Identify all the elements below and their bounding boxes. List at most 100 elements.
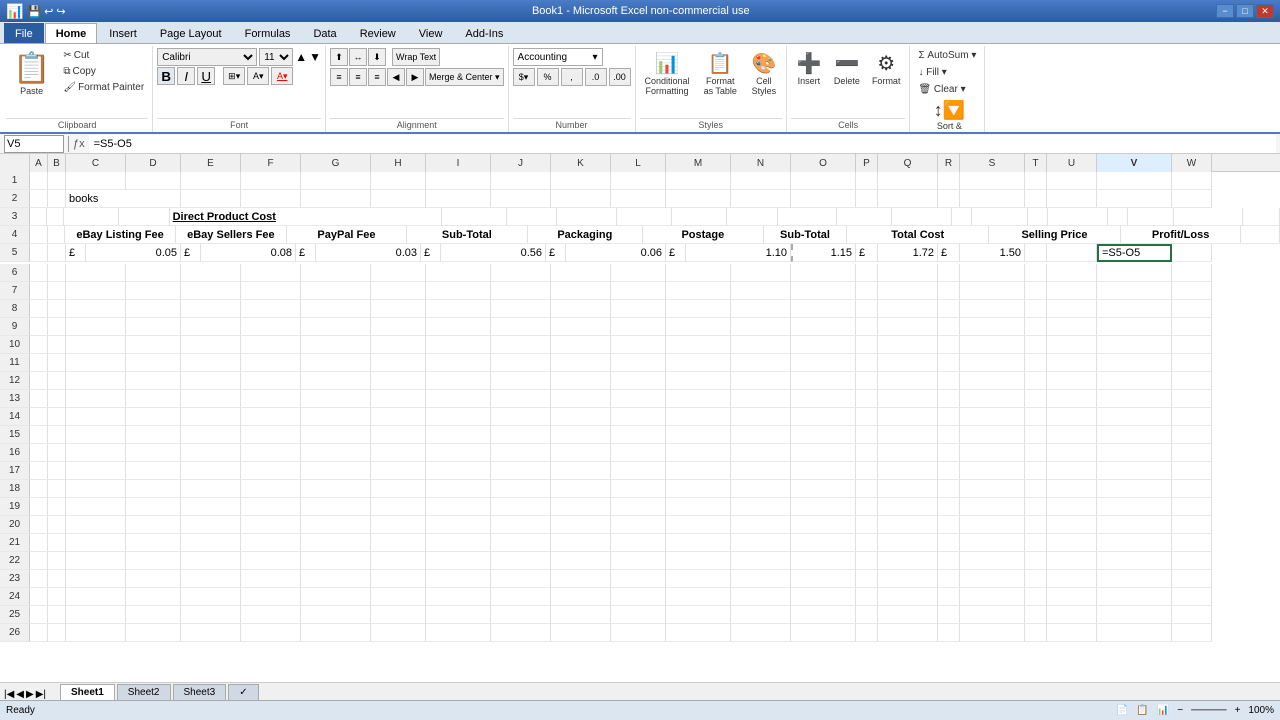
tab-add-ins[interactable]: Add-Ins [454,23,514,43]
cell-n12[interactable] [731,372,791,390]
cell-e19[interactable] [181,498,241,516]
cell-f10[interactable] [241,336,301,354]
cell-u14[interactable] [1047,408,1097,426]
cell-t21[interactable] [1025,534,1047,552]
cell-r22[interactable] [938,552,960,570]
fill-button[interactable]: ↓ Fill ▾ [914,65,950,80]
cell-r25[interactable] [938,606,960,624]
increase-decimal-button[interactable]: .0 [585,68,607,86]
bold-button[interactable]: B [157,67,175,85]
cell-v24[interactable] [1097,588,1172,606]
cell-q17[interactable] [878,462,938,480]
cell-h24[interactable] [371,588,426,606]
insert-cells-button[interactable]: ➕ Insert [791,48,827,89]
cell-g24[interactable] [301,588,371,606]
cell-r8[interactable] [938,300,960,318]
cell-f18[interactable] [241,480,301,498]
cell-g9[interactable] [301,318,371,336]
cell-u24[interactable] [1047,588,1097,606]
cell-k11[interactable] [551,354,611,372]
cell-g6[interactable] [301,264,371,282]
cell-s11[interactable] [960,354,1025,372]
cell-j5[interactable]: 0.56 [441,244,546,262]
cell-w3[interactable] [1243,208,1280,226]
cell-p18[interactable] [856,480,878,498]
cell-u16[interactable] [1047,444,1097,462]
cell-g23[interactable] [301,570,371,588]
cell-i11[interactable] [426,354,491,372]
cell-j2[interactable] [491,190,551,208]
cell-l19[interactable] [611,498,666,516]
cell-t25[interactable] [1025,606,1047,624]
cell-b16[interactable] [48,444,66,462]
tab-formulas[interactable]: Formulas [234,23,302,43]
cell-i3[interactable] [557,208,617,226]
cell-q25[interactable] [878,606,938,624]
cell-s21[interactable] [960,534,1025,552]
col-b[interactable]: B [48,154,66,172]
cell-f13[interactable] [241,390,301,408]
cell-m23[interactable] [666,570,731,588]
cell-t20[interactable] [1025,516,1047,534]
cell-c18[interactable] [66,480,126,498]
cell-r20[interactable] [938,516,960,534]
cell-b14[interactable] [48,408,66,426]
cell-f19[interactable] [241,498,301,516]
cell-o16[interactable] [791,444,856,462]
cell-n9[interactable] [731,318,791,336]
cell-g16[interactable] [301,444,371,462]
cell-q12[interactable] [878,372,938,390]
cell-t16[interactable] [1025,444,1047,462]
cell-m2[interactable] [666,190,731,208]
cell-o26[interactable] [791,624,856,642]
cell-c2[interactable]: books [66,190,181,208]
cell-o15[interactable] [791,426,856,444]
cell-c17[interactable] [66,462,126,480]
cell-u21[interactable] [1047,534,1097,552]
cell-w20[interactable] [1172,516,1212,534]
merge-center-button[interactable]: Merge & Center ▾ [425,68,504,86]
cell-a12[interactable] [30,372,48,390]
cell-b1[interactable] [48,172,66,190]
cell-d1[interactable] [126,172,181,190]
cell-t24[interactable] [1025,588,1047,606]
cell-g5-pound[interactable]: £ [296,244,316,262]
cell-o9[interactable] [791,318,856,336]
cell-b24[interactable] [48,588,66,606]
cell-m24[interactable] [666,588,731,606]
cell-o2[interactable] [791,190,856,208]
cell-p7[interactable] [856,282,878,300]
cell-s3[interactable] [1048,208,1108,226]
cell-k20[interactable] [551,516,611,534]
cell-j16[interactable] [491,444,551,462]
cell-o5[interactable]: 1.15 [791,244,856,262]
cell-v19[interactable] [1097,498,1172,516]
cell-e9[interactable] [181,318,241,336]
cell-i20[interactable] [426,516,491,534]
cell-r5-pound[interactable]: £ [938,244,960,262]
cell-g21[interactable] [301,534,371,552]
cell-r10[interactable] [938,336,960,354]
cell-d7[interactable] [126,282,181,300]
paste-button[interactable]: 📋Paste [6,48,57,99]
cell-q19[interactable] [878,498,938,516]
cell-l23[interactable] [611,570,666,588]
cell-j17[interactable] [491,462,551,480]
cell-v5[interactable]: =S5-O5 [1097,244,1172,262]
cell-d22[interactable] [126,552,181,570]
cell-f2[interactable] [241,190,301,208]
cell-c12[interactable] [66,372,126,390]
cell-o12[interactable] [791,372,856,390]
cell-g11[interactable] [301,354,371,372]
col-d[interactable]: D [126,154,181,172]
cell-j13[interactable] [491,390,551,408]
format-painter-button[interactable]: 🖌Format Painter [59,80,148,95]
cell-t19[interactable] [1025,498,1047,516]
cell-d11[interactable] [126,354,181,372]
cell-g7[interactable] [301,282,371,300]
cell-m9[interactable] [666,318,731,336]
cell-c21[interactable] [66,534,126,552]
sheet-tab-4[interactable]: ✓ [228,684,258,700]
cell-q2[interactable] [878,190,938,208]
cell-n10[interactable] [731,336,791,354]
